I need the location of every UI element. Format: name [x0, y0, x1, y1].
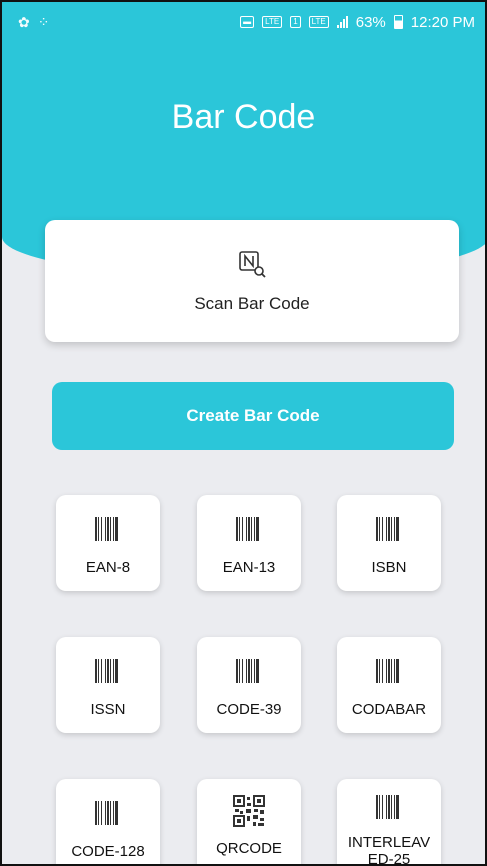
- settings-icon: ✿: [18, 13, 30, 30]
- format-label: INTERLEAV ED-25: [347, 834, 431, 866]
- dots-icon: ⁘: [37, 13, 50, 30]
- barcode-icon: [375, 515, 403, 548]
- format-label: ISBN: [371, 559, 407, 576]
- barcode-icon: [94, 657, 122, 690]
- format-tile-codabar[interactable]: CODABAR: [337, 637, 441, 733]
- format-label: EAN-8: [85, 559, 131, 576]
- volte-icon: LTE: [262, 16, 283, 28]
- barcode-icon: [235, 515, 263, 548]
- scan-bar-code-label: Scan Bar Code: [194, 293, 310, 313]
- format-label: CODABAR: [351, 701, 427, 718]
- scan-bar-code-button[interactable]: Scan Bar Code: [45, 220, 459, 342]
- format-tile-code-39[interactable]: CODE-39: [197, 637, 301, 733]
- barcode-icon: [375, 793, 403, 826]
- format-tile-ean-8[interactable]: EAN-8: [56, 495, 160, 591]
- lte-icon: LTE: [308, 16, 329, 28]
- format-label: QRCODE: [216, 840, 282, 857]
- barcode-icon: [94, 799, 122, 832]
- format-label: CODE-39: [216, 701, 282, 718]
- status-bar: ✿ ⁘ ▬ LTE 1 LTE 63% 12:20 PM: [2, 2, 485, 42]
- app-screen: ✿ ⁘ ▬ LTE 1 LTE 63% 12:20 PM Bar Code Sc…: [0, 0, 487, 866]
- page-title: Bar Code: [171, 98, 316, 136]
- clock: 12:20 PM: [410, 13, 475, 31]
- format-tile-isbn[interactable]: ISBN: [337, 495, 441, 591]
- status-right: ▬ LTE 1 LTE 63% 12:20 PM: [240, 14, 475, 31]
- signal-icon: [336, 16, 348, 28]
- barcode-icon: [375, 657, 403, 690]
- format-label: ISSN: [90, 701, 126, 718]
- nfc-search-icon: [237, 249, 267, 284]
- format-tile-code-128[interactable]: CODE-128: [56, 779, 160, 864]
- battery-percent: 63%: [355, 13, 386, 31]
- battery-icon: [393, 15, 403, 29]
- barcode-icon: [235, 657, 263, 690]
- format-label-line-1: INTERLEAV: [347, 834, 431, 851]
- format-label-line-2: ED-25: [367, 851, 411, 866]
- create-bar-code-button[interactable]: Create Bar Code: [52, 382, 454, 450]
- sim-icon: 1: [290, 16, 301, 28]
- format-tile-ean-13[interactable]: EAN-13: [197, 495, 301, 591]
- barcode-icon: [94, 515, 122, 548]
- format-label: EAN-13: [222, 559, 276, 576]
- format-tile-interleaved-25[interactable]: INTERLEAV ED-25: [337, 779, 441, 866]
- format-tile-issn[interactable]: ISSN: [56, 637, 160, 733]
- format-tile-qrcode[interactable]: QRCODE: [197, 779, 301, 864]
- qr-code-icon: [233, 795, 265, 832]
- format-label: CODE-128: [71, 843, 145, 860]
- status-left: ✿ ⁘: [18, 14, 49, 31]
- cast-icon: ▬: [240, 16, 255, 28]
